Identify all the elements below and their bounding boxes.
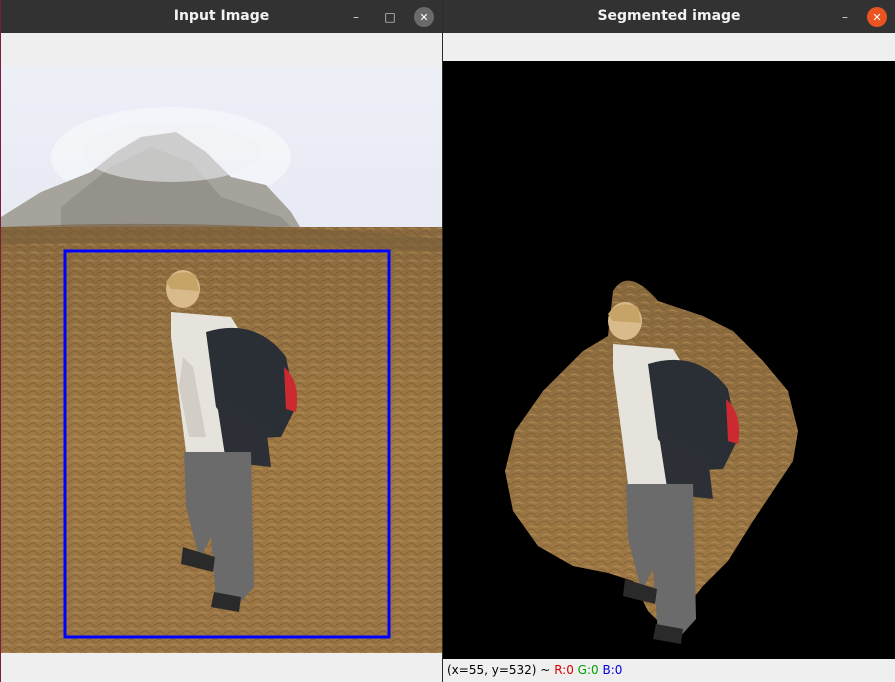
window-title: Input Image bbox=[173, 8, 270, 24]
close-icon[interactable]: ✕ bbox=[414, 7, 434, 27]
segmented-image-window: Segmented image – ✕ (x=55, y=532) ~ R:0 … bbox=[443, 0, 895, 682]
toolbar bbox=[443, 33, 895, 61]
hiker-photo bbox=[1, 67, 442, 653]
minimize-icon[interactable]: – bbox=[835, 7, 855, 27]
titlebar[interactable]: Input Image – □ ✕ bbox=[1, 0, 442, 33]
toolbar bbox=[1, 33, 442, 67]
bottom-strip bbox=[1, 653, 442, 682]
minimize-icon[interactable]: – bbox=[346, 7, 366, 27]
pixel-status-bar: (x=55, y=532) ~ R:0 G:0 B:0 bbox=[443, 659, 895, 682]
segmented-photo bbox=[443, 61, 895, 659]
close-icon[interactable]: ✕ bbox=[867, 7, 887, 27]
blue-value: B:0 bbox=[602, 663, 623, 677]
segmented-image[interactable] bbox=[443, 61, 895, 659]
window-title: Segmented image bbox=[597, 8, 741, 24]
green-value: G:0 bbox=[577, 663, 599, 677]
maximize-icon[interactable]: □ bbox=[380, 7, 400, 27]
input-image-window: Input Image – □ ✕ bbox=[0, 0, 442, 682]
input-image[interactable] bbox=[1, 67, 442, 653]
red-value: R:0 bbox=[554, 663, 574, 677]
titlebar[interactable]: Segmented image – ✕ bbox=[443, 0, 895, 33]
cursor-coordinates: (x=55, y=532) ~ bbox=[447, 663, 551, 677]
